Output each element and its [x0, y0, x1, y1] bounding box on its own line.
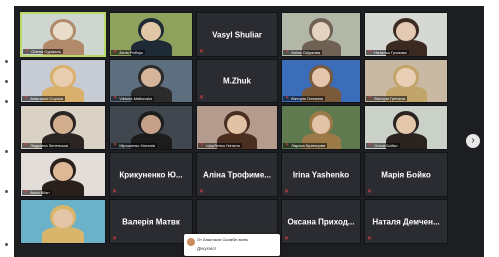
chat-sender-avatar [187, 238, 195, 246]
mic-muted-icon: ✕ [113, 142, 118, 148]
bullet-dot [5, 150, 8, 153]
participant-name: Вікторія Олексюк [291, 96, 324, 101]
participant-name: Вікторія Гречана [374, 96, 405, 101]
participant-tile[interactable]: ✕ Anna Bilan [20, 152, 106, 197]
participant-name: M.Zhuk [223, 76, 251, 86]
bullet-dot [5, 243, 8, 246]
participant-tile[interactable]: ✕ Viktoria Malkovska [109, 59, 193, 103]
mic-muted-icon: ✕ [285, 142, 290, 148]
participant-name: Ольга Бойко [374, 143, 398, 148]
mic-muted-icon: ✕ [284, 236, 290, 242]
mic-muted-icon: ✕ [368, 49, 373, 55]
participant-tile[interactable]: Оксана Приход... ✕ [281, 199, 361, 244]
participant-name-label: ✕ Вікторія Олексюк [283, 95, 326, 101]
participant-name: Олена Сурмаль [31, 49, 61, 54]
participant-grid: ✕ Олена Сурмаль ✕ Алла Рибчук Vasyl Shuliar ✕… [20, 12, 448, 244]
participant-tile[interactable]: ✕ Лариса Кузнєцова [281, 105, 361, 150]
participant-tile[interactable]: Крикуненко Ю... ✕ [109, 152, 193, 197]
participant-name-label: ✕ Щербенко Наталя [198, 143, 242, 148]
mic-muted-icon: ✕ [285, 95, 290, 101]
chat-sender: От Анастасія Сьомбін всем [197, 237, 248, 242]
mic-muted-icon: ✕ [112, 189, 118, 195]
participant-tile[interactable]: ✕ Вікторія Олексюк [281, 59, 361, 103]
mic-muted-icon: ✕ [367, 236, 373, 242]
mic-muted-icon: ✕ [24, 142, 29, 148]
participant-name: Марія Бойко [381, 170, 431, 179]
mic-muted-icon: ✕ [199, 95, 205, 101]
participant-name: Валерія Матвк [122, 217, 180, 226]
mic-muted-icon: ✕ [368, 142, 373, 148]
participant-name-label: ✕ Anna Bilan [22, 190, 52, 195]
participant-tile[interactable]: M.Zhuk ✕ [196, 59, 278, 103]
participant-name-label: ✕ Наталья Громова [366, 50, 409, 55]
mic-muted-icon: ✕ [368, 95, 373, 101]
participant-name: Anna Bilan [30, 190, 50, 195]
participant-name-label: ✕ Аліна Сіфукова [283, 50, 322, 55]
participant-name: Мірошенко Наталія [119, 143, 156, 148]
mic-muted-icon: ✕ [284, 189, 290, 195]
participant-name-label: ✕ Олена Сурмаль [23, 49, 63, 54]
participant-name-label: ✕ Ольга Бойко [366, 143, 400, 148]
participant-tile[interactable]: ✕ Аліна Сіфукова [281, 12, 361, 57]
participant-name: Аліна Сіфукова [291, 50, 320, 55]
participant-name-label: ✕ Вікторія Гречана [366, 96, 407, 101]
participant-name: Лариса Кузнєцова [291, 143, 326, 148]
participant-name: Щербенко Наталя [206, 143, 240, 148]
participant-name: Оксана Приход... [287, 217, 355, 226]
participant-tile[interactable]: ✕ Наталья Громова [364, 12, 448, 57]
bullet-dot [5, 190, 8, 193]
bullet-dot [5, 80, 8, 83]
mic-muted-icon: ✕ [199, 49, 205, 55]
mic-muted-icon: ✕ [24, 95, 29, 101]
participant-tile[interactable]: ✕ Алла Рибчук [109, 12, 193, 57]
participant-name: Наталья Громова [374, 50, 407, 55]
participant-name: Алла Рибчук [119, 50, 143, 55]
mic-muted-icon: ✕ [200, 142, 205, 148]
participant-tile[interactable]: ✕ Мірошенко Наталія [109, 105, 193, 150]
participant-video [21, 200, 105, 243]
left-margin [0, 0, 14, 257]
participant-tile[interactable]: ✕ Вікторія Гречана [364, 59, 448, 103]
mic-muted-icon: ✕ [25, 48, 30, 54]
participant-name-label: ✕ Viktoria Malkovska [111, 95, 155, 101]
mic-muted-icon: ✕ [199, 189, 205, 195]
participant-tile[interactable]: ✕ Анастасія Сорока [20, 59, 106, 103]
participant-tile[interactable]: ✕ Щербенко Наталя [196, 105, 278, 150]
participant-tile[interactable]: ✕ Людмила Зеленська [20, 105, 106, 150]
participant-tile[interactable]: Vasyl Shuliar ✕ [196, 12, 278, 57]
mic-muted-icon: ✕ [112, 236, 118, 242]
chat-message: Дякуємо! [197, 246, 216, 251]
participant-name: Viktoria Malkovska [119, 96, 153, 101]
participant-tile[interactable]: Марія Бойко ✕ [364, 152, 448, 197]
bullet-dot [5, 100, 8, 103]
mic-muted-icon: ✕ [285, 49, 290, 55]
next-page-icon[interactable]: › [466, 134, 480, 148]
participant-name-label: ✕ Лариса Кузнєцова [283, 142, 328, 148]
participant-tile[interactable]: Irina Yashenko ✕ [281, 152, 361, 197]
participant-tile[interactable]: Наталя Демчен... ✕ [364, 199, 448, 244]
participant-name: Irina Yashenko [292, 170, 350, 179]
mic-muted-icon: ✕ [24, 189, 29, 195]
mic-muted-icon: ✕ [367, 189, 373, 195]
participant-name: Наталя Демчен... [372, 217, 440, 226]
participant-tile[interactable]: ✕ Олена Сурмаль [20, 12, 106, 57]
participant-tile[interactable] [20, 199, 106, 244]
participant-name-label: ✕ Людмила Зеленська [22, 142, 71, 148]
chat-notification[interactable]: От Анастасія Сьомбін всем Дякуємо! [184, 234, 280, 256]
participant-name: Vasyl Shuliar [212, 30, 262, 39]
participant-tile[interactable]: ✕ Ольга Бойко [364, 105, 448, 150]
participant-name-label: ✕ Мірошенко Наталія [111, 142, 158, 148]
participant-name-label: ✕ Анастасія Сорока [22, 95, 66, 101]
mic-muted-icon: ✕ [113, 49, 118, 55]
participant-name: Аліна Трофиме... [203, 170, 271, 179]
participant-tile[interactable]: Аліна Трофиме... ✕ [196, 152, 278, 197]
participant-name: Людмила Зеленська [30, 143, 69, 148]
bullet-dot [5, 60, 8, 63]
participant-name: Крикуненко Ю... [119, 170, 183, 179]
video-conference-gallery: ✕ Олена Сурмаль ✕ Алла Рибчук Vasyl Shuliar ✕… [14, 6, 484, 257]
mic-muted-icon: ✕ [113, 95, 118, 101]
participant-name-label: ✕ Алла Рибчук [111, 50, 145, 55]
participant-name: Анастасія Сорока [30, 96, 64, 101]
participant-tile[interactable]: Валерія Матвк ✕ [109, 199, 193, 244]
